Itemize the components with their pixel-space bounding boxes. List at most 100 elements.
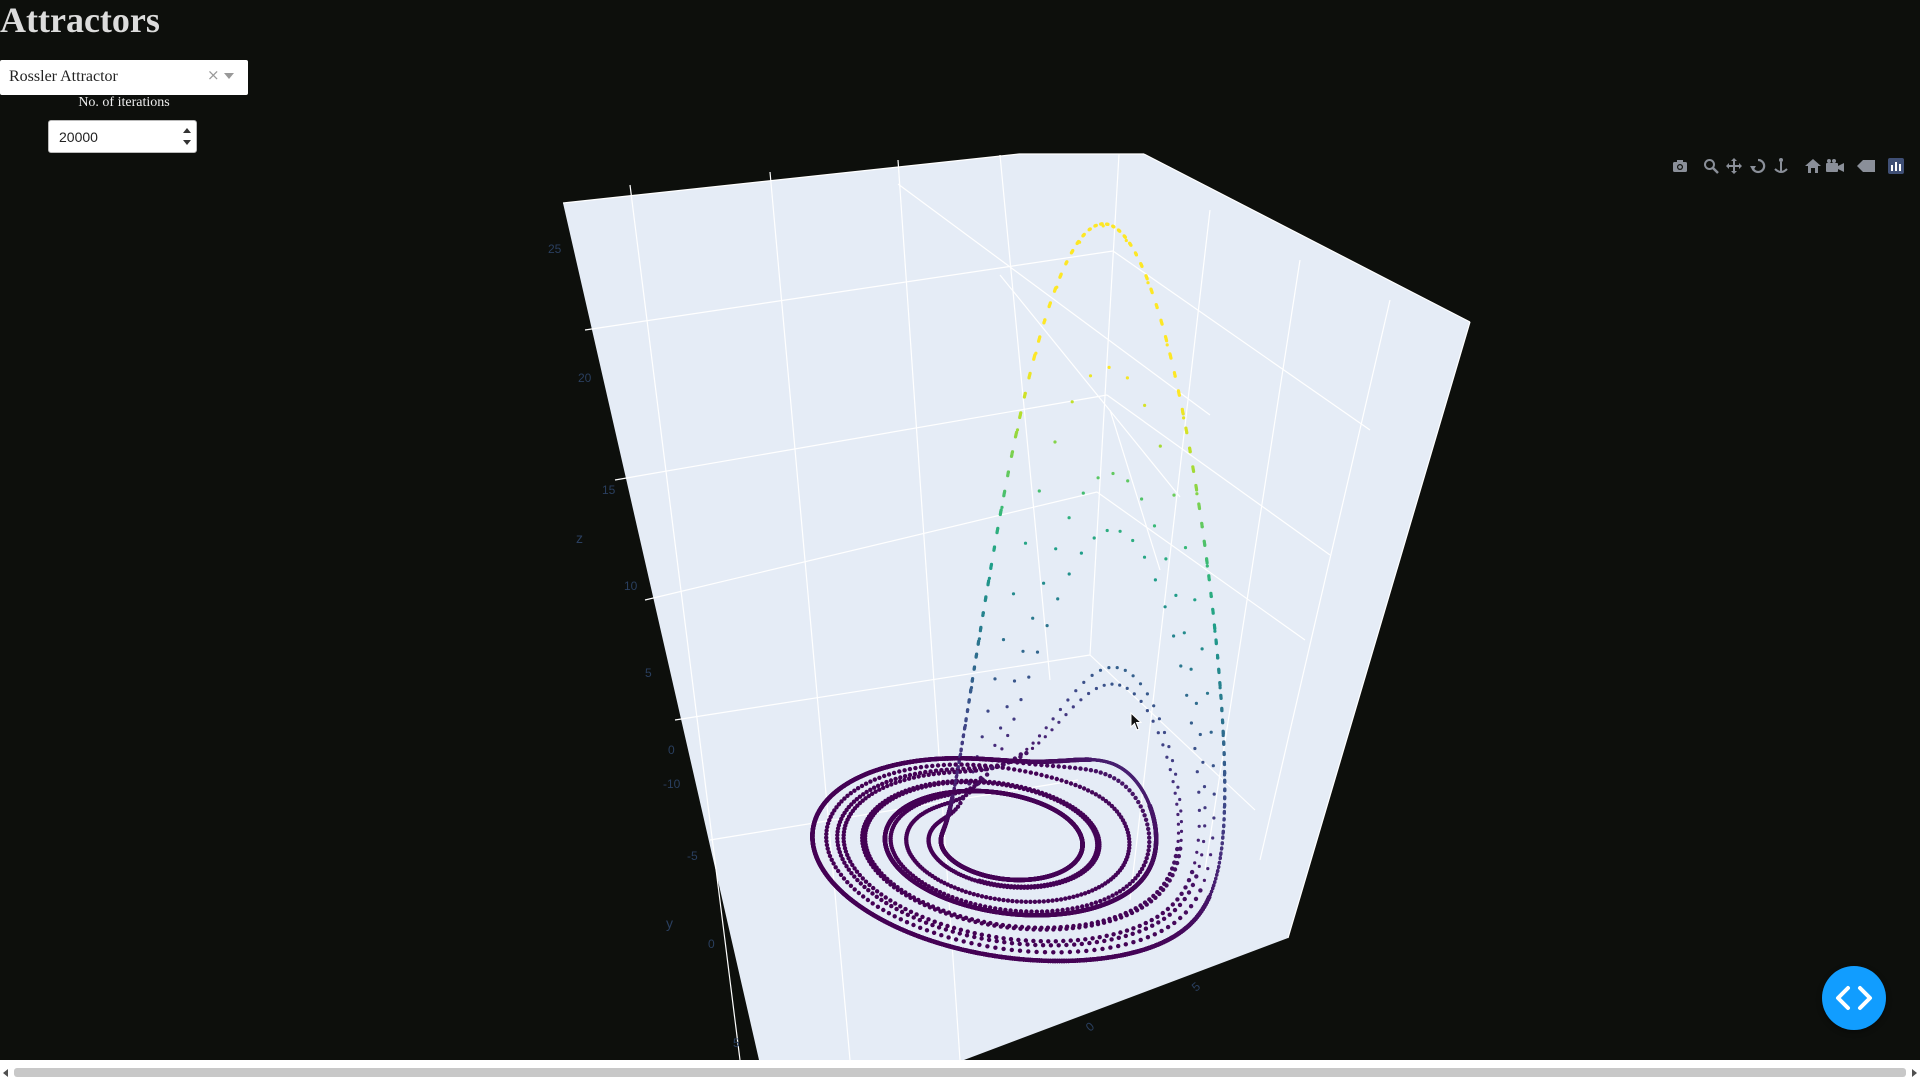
attractor-point (1107, 666, 1111, 670)
attractor-point (986, 709, 990, 713)
attractor-point (936, 771, 942, 776)
attractor-point (998, 924, 1004, 929)
attractor-point (1139, 699, 1143, 704)
attractor-point (967, 890, 972, 896)
attractor-point (1172, 867, 1178, 872)
attractor-point (938, 921, 944, 927)
attractor-point (1077, 784, 1083, 789)
attractor-point (949, 913, 954, 918)
attractor-point (1198, 888, 1203, 893)
attractor-point (1110, 893, 1115, 898)
attractor-point (861, 894, 866, 899)
y-tick-label: -10 (663, 777, 681, 791)
attractor-point (973, 919, 978, 925)
attractor-point (1138, 937, 1143, 943)
attractor-point (893, 901, 898, 906)
attractor-point (1189, 869, 1195, 875)
attractor-point (1161, 743, 1165, 747)
attractor-point (1089, 923, 1095, 928)
attractor-point (1090, 936, 1095, 941)
attractor-point (1090, 673, 1094, 678)
attractor-point (972, 934, 977, 940)
attractor-point (1071, 894, 1076, 899)
attractor-point (1038, 939, 1044, 944)
attractor-point (918, 765, 924, 770)
attractor-point (880, 781, 885, 787)
attractor-point (939, 933, 944, 938)
attractor-point (1190, 882, 1196, 888)
attractor-point (1054, 547, 1058, 551)
scatter3d-plot[interactable]: 0510152025-10-50505zy (0, 0, 1920, 1060)
attractor-point (932, 781, 937, 786)
attractor-point (1131, 538, 1135, 543)
attractor-point (972, 784, 977, 789)
attractor-point (1050, 763, 1056, 769)
attractor-point (1182, 416, 1186, 420)
attractor-point (1159, 928, 1164, 934)
attractor-point (1021, 649, 1025, 653)
attractor-point (1075, 937, 1081, 943)
attractor-point (984, 767, 990, 772)
attractor-point (1085, 788, 1091, 793)
attractor-point (1064, 779, 1069, 785)
attractor-point (881, 907, 886, 913)
attractor-point (889, 903, 894, 909)
attractor-point (1176, 812, 1180, 817)
attractor-point (1186, 890, 1192, 895)
attractor-point (1158, 444, 1162, 448)
attractor-point (1142, 813, 1147, 818)
attractor-point (1175, 897, 1180, 902)
attractor-point (1123, 668, 1127, 673)
attractor-point (908, 909, 914, 914)
attractor-point (958, 927, 964, 932)
attractor-point (903, 906, 908, 912)
attractor-point (1143, 926, 1149, 931)
attractor-point (1001, 946, 1006, 952)
attractor-point (1205, 691, 1210, 695)
attractor-point (1145, 709, 1149, 713)
attractor-point (932, 907, 938, 912)
attractor-point (870, 891, 875, 896)
attractor-point (1002, 940, 1007, 945)
attractor-point (941, 762, 947, 768)
attractor-point (1102, 897, 1107, 902)
attractor-point (1196, 838, 1200, 842)
attractor-point (902, 768, 907, 773)
attractor-point (1125, 686, 1129, 691)
attractor-point (1019, 698, 1023, 702)
attractor-point (947, 762, 952, 767)
attractor-point (883, 895, 888, 900)
attractor-point (1079, 551, 1083, 555)
attractor-point (1016, 937, 1021, 943)
attractor-point (1054, 897, 1060, 903)
attractor-point (1167, 878, 1172, 883)
attractor-point (911, 922, 916, 928)
attractor-point (1070, 400, 1074, 404)
attractor-point (1165, 343, 1169, 347)
attractor-point (888, 778, 894, 783)
attractor-point (1063, 896, 1068, 901)
attractor-point (979, 894, 985, 899)
attractor-point (1149, 917, 1154, 923)
attractor-point (1083, 924, 1088, 929)
attractor-point (1156, 731, 1160, 735)
attractor-point (1017, 948, 1023, 953)
attractor-point (992, 780, 997, 785)
attractor-point (1065, 907, 1070, 912)
attractor-point (1088, 768, 1094, 773)
attractor-point (1087, 691, 1091, 696)
attractor-point (859, 783, 865, 789)
attractor-point (1197, 824, 1201, 828)
attractor-point (1072, 942, 1077, 947)
attractor-point (969, 941, 974, 946)
attractor-point (967, 918, 972, 923)
attractor-point (902, 774, 908, 779)
attractor-point (1107, 918, 1113, 924)
attractor-point (1167, 912, 1172, 917)
attractor-point (1118, 683, 1122, 687)
attractor-point (1031, 927, 1036, 932)
attractor-point (1102, 683, 1106, 687)
attractor-point (1081, 491, 1085, 495)
attractor-point (1045, 624, 1049, 628)
attractor-point (1014, 899, 1020, 904)
